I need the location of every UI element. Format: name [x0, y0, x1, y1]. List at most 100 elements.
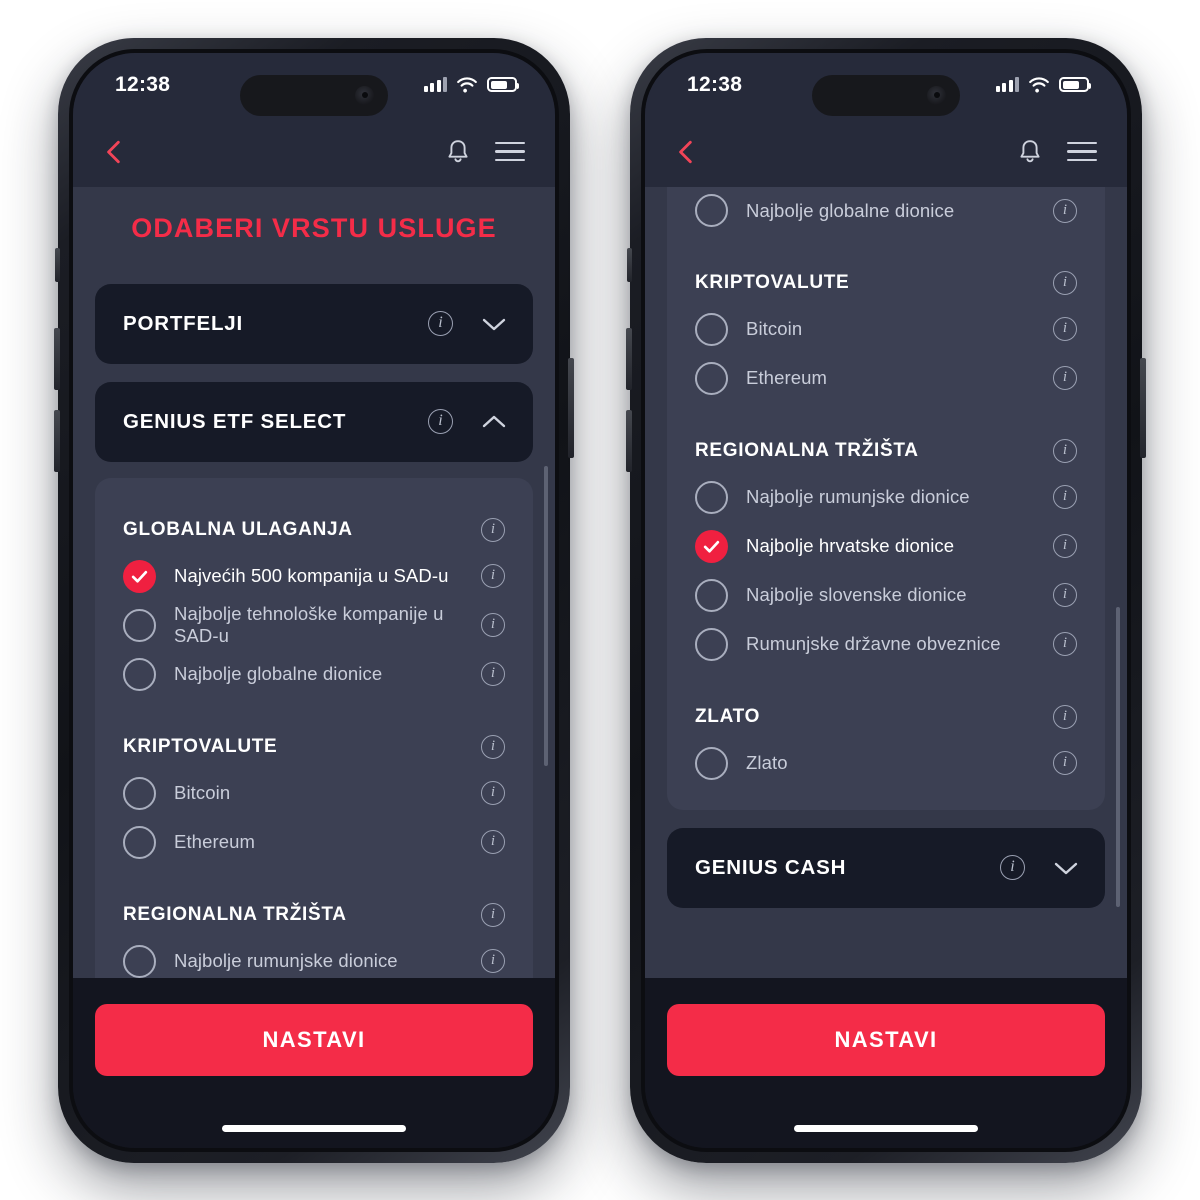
option-row[interactable]: Najbolje hrvatske dionice i [691, 522, 1081, 571]
info-icon[interactable]: i [428, 409, 453, 434]
info-icon[interactable]: i [1053, 198, 1077, 223]
option-label: Najbolje hrvatske dionice [746, 535, 955, 556]
info-icon[interactable]: i [481, 564, 505, 588]
radio-unchecked-icon[interactable] [695, 312, 728, 346]
continue-button[interactable]: NASTAVI [95, 1003, 533, 1076]
front-camera-icon [927, 85, 946, 105]
phone-left: 12:38 ODABERI VRSTU USLUGE PORTFELJI i G… [54, 37, 574, 1163]
info-icon[interactable]: i [1053, 438, 1077, 463]
option-label: Ethereum [174, 831, 256, 852]
info-icon[interactable]: i [1053, 632, 1077, 656]
option-label: Zlato [746, 752, 788, 773]
screenshot-stage: 12:38 ODABERI VRSTU USLUGE PORTFELJI i G… [0, 0, 1200, 1200]
accordion-label: GENIUS ETF SELECT [123, 409, 347, 433]
info-icon[interactable]: i [1053, 270, 1077, 295]
radio-unchecked-icon[interactable] [695, 578, 728, 612]
vertical-scrollbar[interactable] [544, 465, 548, 766]
option-label: Najbolje tehnološke kompanije u SAD-u [174, 603, 444, 646]
phone-right: 12:38 Najbolje globalne dionice i KRIPTO… [626, 37, 1146, 1163]
group-title: GLOBALNA ULAGANJA [123, 518, 353, 540]
footer-left: NASTAVI [73, 977, 555, 1148]
option-row[interactable]: Bitcoin i [119, 769, 509, 818]
option-row[interactable]: Najbolje globalne dionice i [119, 650, 509, 699]
info-icon[interactable]: i [481, 662, 505, 686]
info-icon[interactable]: i [428, 311, 453, 336]
radio-unchecked-icon[interactable] [695, 361, 728, 395]
bell-icon[interactable] [1015, 137, 1045, 167]
back-chevron-icon[interactable] [673, 139, 699, 165]
option-row[interactable]: Ethereum i [119, 818, 509, 867]
page-title: ODABERI VRSTU USLUGE [131, 212, 497, 243]
info-icon[interactable]: i [1053, 485, 1077, 509]
info-icon[interactable]: i [1053, 704, 1077, 729]
radio-unchecked-icon[interactable] [695, 746, 728, 780]
power-button[interactable] [1140, 357, 1146, 458]
info-icon[interactable]: i [1053, 534, 1077, 558]
info-icon[interactable]: i [481, 734, 505, 759]
volume-down-button[interactable] [54, 409, 60, 472]
info-icon[interactable]: i [1053, 366, 1077, 390]
radio-checked-icon[interactable] [695, 529, 728, 563]
volume-down-button[interactable] [626, 409, 632, 472]
group-title: KRIPTOVALUTE [695, 271, 850, 293]
option-row[interactable]: Najvećih 500 kompanija u SAD-u i [119, 552, 509, 601]
option-row[interactable]: Najbolje rumunjske dionice i [691, 473, 1081, 522]
radio-unchecked-icon[interactable] [123, 825, 156, 859]
silent-switch[interactable] [627, 247, 632, 282]
info-icon[interactable]: i [1053, 751, 1077, 775]
radio-unchecked-icon[interactable] [695, 194, 728, 227]
content-scroll-right[interactable]: Najbolje globalne dionice i KRIPTOVALUTE… [645, 186, 1127, 978]
chevron-down-icon[interactable] [481, 316, 507, 332]
group-header-regionalna-trzista: REGIONALNA TRŽIŠTA i [119, 889, 509, 937]
option-row[interactable]: Najbolje globalne dionice i [691, 187, 1081, 235]
option-row[interactable]: Najbolje tehnološke kompanije u SAD-u i [119, 601, 509, 650]
volume-up-button[interactable] [54, 327, 60, 390]
chevron-down-icon[interactable] [1053, 860, 1079, 876]
accordion-genius-cash[interactable]: GENIUS CASH i [667, 827, 1105, 908]
option-label: Bitcoin [746, 318, 803, 339]
group-header-regionalna-trzista: REGIONALNA TRŽIŠTA i [691, 425, 1081, 473]
content-scroll-left[interactable]: PORTFELJI i GENIUS ETF SELECT i GLOBALNA… [73, 265, 555, 978]
accordion-genius-etf-select[interactable]: GENIUS ETF SELECT i [95, 381, 533, 462]
radio-unchecked-icon[interactable] [695, 480, 728, 514]
hamburger-menu-icon[interactable] [1067, 141, 1097, 162]
bell-icon[interactable] [443, 137, 473, 167]
chevron-up-icon[interactable] [481, 414, 507, 430]
option-row[interactable]: Najbolje slovenske dionice i [691, 571, 1081, 620]
radio-unchecked-icon[interactable] [123, 608, 156, 642]
info-icon[interactable]: i [481, 949, 505, 973]
option-row[interactable]: Bitcoin i [691, 305, 1081, 354]
info-icon[interactable]: i [481, 830, 505, 854]
hamburger-menu-icon[interactable] [495, 141, 525, 162]
radio-unchecked-icon[interactable] [123, 657, 156, 691]
info-icon[interactable]: i [1000, 855, 1025, 880]
radio-unchecked-icon[interactable] [695, 627, 728, 661]
radio-checked-icon[interactable] [123, 559, 156, 593]
option-row[interactable]: Zlato i [691, 739, 1081, 788]
option-row[interactable]: Ethereum i [691, 354, 1081, 403]
info-icon[interactable]: i [1053, 583, 1077, 607]
power-button[interactable] [568, 357, 574, 458]
back-chevron-icon[interactable] [101, 139, 127, 165]
radio-unchecked-icon[interactable] [123, 776, 156, 810]
silent-switch[interactable] [55, 247, 60, 282]
option-row[interactable]: Rumunjske državne obveznice i [691, 620, 1081, 669]
volume-up-button[interactable] [626, 327, 632, 390]
radio-unchecked-icon[interactable] [123, 944, 156, 978]
home-indicator[interactable] [794, 1124, 978, 1132]
accordion-portfelji[interactable]: PORTFELJI i [95, 283, 533, 364]
info-icon[interactable]: i [481, 902, 505, 927]
option-row[interactable]: Najbolje rumunjske dionice i [119, 937, 509, 978]
info-icon[interactable]: i [481, 613, 505, 637]
vertical-scrollbar[interactable] [1116, 606, 1120, 907]
info-icon[interactable]: i [481, 517, 505, 542]
option-label: Rumunjske državne obveznice [746, 633, 1001, 654]
info-icon[interactable]: i [481, 781, 505, 805]
continue-button[interactable]: NASTAVI [667, 1003, 1105, 1076]
status-time: 12:38 [687, 72, 743, 96]
info-icon[interactable]: i [1053, 317, 1077, 341]
home-indicator[interactable] [222, 1124, 406, 1132]
